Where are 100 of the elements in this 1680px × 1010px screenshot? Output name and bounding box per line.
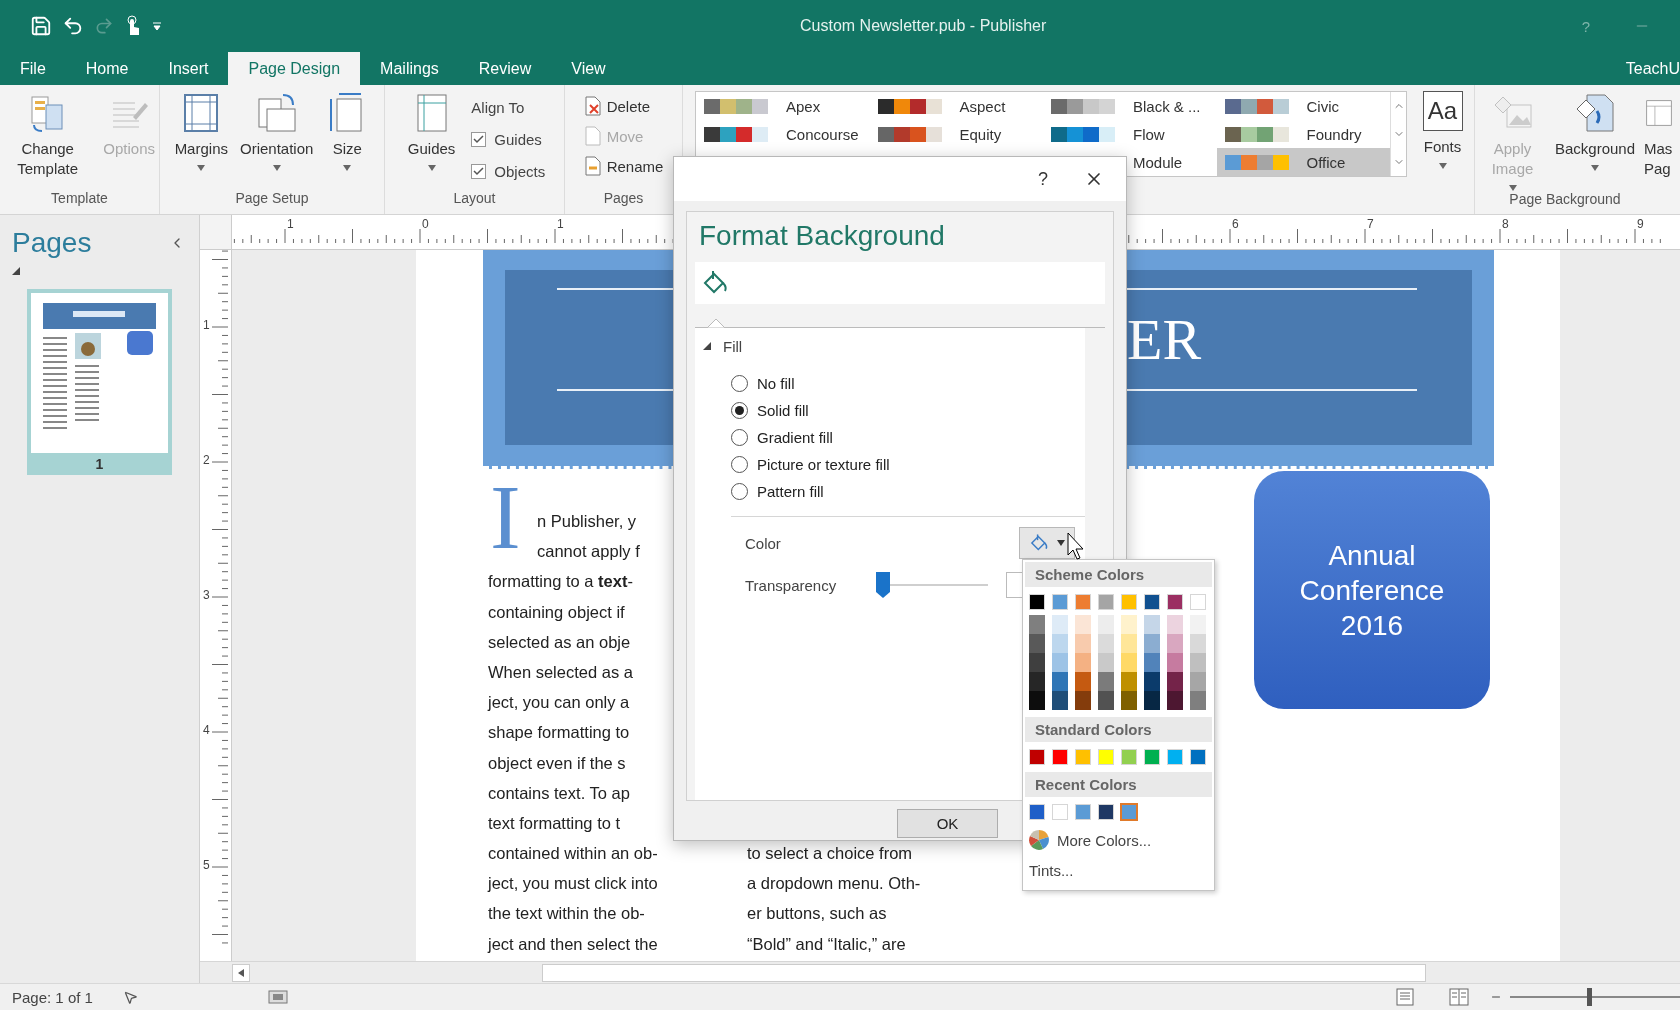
- color-swatch[interactable]: [1167, 615, 1183, 634]
- checkbox[interactable]: [471, 163, 487, 179]
- ok-button[interactable]: OK: [897, 809, 998, 838]
- color-scheme-item[interactable]: Civic: [1216, 92, 1390, 120]
- more-colors-item[interactable]: More Colors...: [1023, 825, 1158, 855]
- save-icon[interactable]: [30, 15, 52, 37]
- ribbon-button[interactable]: Mas Pag: [1640, 91, 1678, 179]
- ribbon-button[interactable]: Guides: [403, 91, 460, 171]
- color-swatch[interactable]: [1190, 634, 1206, 653]
- redo-icon[interactable]: [94, 16, 114, 36]
- fill-option[interactable]: No fill: [731, 372, 795, 394]
- color-swatch[interactable]: [1075, 672, 1091, 691]
- checkbox[interactable]: [471, 131, 487, 147]
- ribbon-tab[interactable]: File: [0, 52, 66, 85]
- scroll-left-icon[interactable]: [232, 963, 250, 982]
- color-swatch[interactable]: [1052, 634, 1068, 653]
- color-scheme-item[interactable]: Apex: [696, 92, 870, 120]
- color-swatch[interactable]: [1029, 634, 1045, 653]
- color-swatch[interactable]: [1075, 634, 1091, 653]
- color-swatch[interactable]: [1144, 615, 1160, 634]
- color-scheme-item[interactable]: Office: [1216, 148, 1390, 176]
- color-swatch[interactable]: [1121, 804, 1137, 820]
- color-swatch[interactable]: [1098, 672, 1114, 691]
- ribbon-button[interactable]: Margins: [170, 91, 232, 171]
- single-page-view-icon[interactable]: [1394, 988, 1416, 1006]
- zoom-slider-thumb[interactable]: [1586, 988, 1592, 1006]
- color-swatch[interactable]: [1144, 653, 1160, 672]
- color-swatch[interactable]: [1098, 615, 1114, 634]
- touch-mode-icon[interactable]: [124, 15, 142, 37]
- ribbon-tab[interactable]: Review: [458, 52, 552, 85]
- color-swatch[interactable]: [1029, 691, 1045, 710]
- color-swatch[interactable]: [1029, 653, 1045, 672]
- fill-option[interactable]: Pattern fill: [731, 480, 824, 502]
- ribbon-button[interactable]: Size: [321, 91, 374, 171]
- ribbon-button[interactable]: Background: [1550, 91, 1640, 171]
- customize-icon[interactable]: [152, 21, 162, 31]
- help-button[interactable]: ?: [1038, 168, 1048, 190]
- slider-thumb[interactable]: [876, 572, 891, 598]
- color-swatch[interactable]: [1144, 691, 1160, 710]
- radio-button[interactable]: [731, 374, 748, 392]
- color-scheme-item[interactable]: Foundry: [1216, 120, 1390, 148]
- color-swatch[interactable]: [1029, 615, 1045, 634]
- radio-button[interactable]: [731, 401, 748, 419]
- color-swatch[interactable]: [1075, 653, 1091, 672]
- color-swatch[interactable]: [1167, 691, 1183, 710]
- color-swatch[interactable]: [1121, 672, 1137, 691]
- page-thumbnail[interactable]: 1: [27, 289, 172, 475]
- color-swatch[interactable]: [1052, 615, 1068, 634]
- color-swatch[interactable]: [1121, 615, 1137, 634]
- color-scheme-item[interactable]: Aspect: [869, 92, 1043, 120]
- color-swatch[interactable]: [1052, 653, 1068, 672]
- color-swatch[interactable]: [1190, 653, 1206, 672]
- color-swatch[interactable]: [1167, 634, 1183, 653]
- color-swatch[interactable]: [1190, 615, 1206, 634]
- fill-section-header[interactable]: Fill: [703, 334, 773, 358]
- ribbon-button[interactable]: Rename: [583, 153, 664, 179]
- ribbon-button[interactable]: Delete: [583, 93, 664, 119]
- color-swatch[interactable]: [1098, 653, 1114, 672]
- fill-option[interactable]: Gradient fill: [731, 426, 833, 448]
- color-swatch[interactable]: [1075, 615, 1091, 634]
- scrollbar-thumb[interactable]: [542, 963, 1426, 982]
- color-swatch[interactable]: [1098, 634, 1114, 653]
- ribbon-button[interactable]: Orientation: [236, 91, 318, 171]
- ribbon-button[interactable]: Aa Fonts: [1418, 91, 1467, 169]
- account-name[interactable]: TeachU: [1625, 52, 1680, 85]
- color-swatch[interactable]: [1167, 672, 1183, 691]
- two-page-view-icon[interactable]: [1448, 988, 1470, 1006]
- radio-button[interactable]: [731, 482, 748, 500]
- color-swatch[interactable]: [1121, 653, 1137, 672]
- fill-option[interactable]: Solid fill: [731, 399, 809, 421]
- radio-button[interactable]: [731, 455, 748, 473]
- color-swatch[interactable]: [1121, 634, 1137, 653]
- undo-icon[interactable]: [62, 15, 84, 37]
- color-swatch[interactable]: [1029, 672, 1045, 691]
- macro-record-icon[interactable]: [267, 990, 288, 1004]
- color-swatch[interactable]: [1121, 691, 1137, 710]
- ribbon-tab[interactable]: Mailings: [360, 52, 459, 85]
- color-swatch[interactable]: [1190, 672, 1206, 691]
- ribbon-tab[interactable]: View: [551, 52, 626, 85]
- color-scheme-item[interactable]: Black & ...: [1043, 92, 1217, 120]
- color-scheme-item[interactable]: Equity: [869, 120, 1043, 148]
- color-scheme-item[interactable]: Flow: [1043, 120, 1217, 148]
- expand-triangle-icon[interactable]: [12, 267, 20, 275]
- color-swatch[interactable]: [1144, 672, 1160, 691]
- color-swatch[interactable]: [1075, 691, 1091, 710]
- color-picker-button[interactable]: [1019, 527, 1075, 559]
- color-swatch[interactable]: [1167, 653, 1183, 672]
- color-swatch[interactable]: [1052, 672, 1068, 691]
- color-swatch[interactable]: [1098, 691, 1114, 710]
- color-scheme-item[interactable]: Concourse: [696, 120, 870, 148]
- fill-option[interactable]: Picture or texture fill: [731, 453, 890, 475]
- color-swatch[interactable]: [1052, 691, 1068, 710]
- color-swatch[interactable]: [1190, 691, 1206, 710]
- radio-button[interactable]: [731, 428, 748, 446]
- ribbon-tab[interactable]: Home: [65, 52, 149, 85]
- color-swatch[interactable]: [1144, 634, 1160, 653]
- ribbon-button[interactable]: Change Template: [0, 91, 96, 179]
- ribbon-tab[interactable]: Insert: [148, 52, 229, 85]
- ribbon-tab[interactable]: Page Design: [228, 52, 361, 85]
- tints-item[interactable]: Tints...: [1023, 855, 1080, 885]
